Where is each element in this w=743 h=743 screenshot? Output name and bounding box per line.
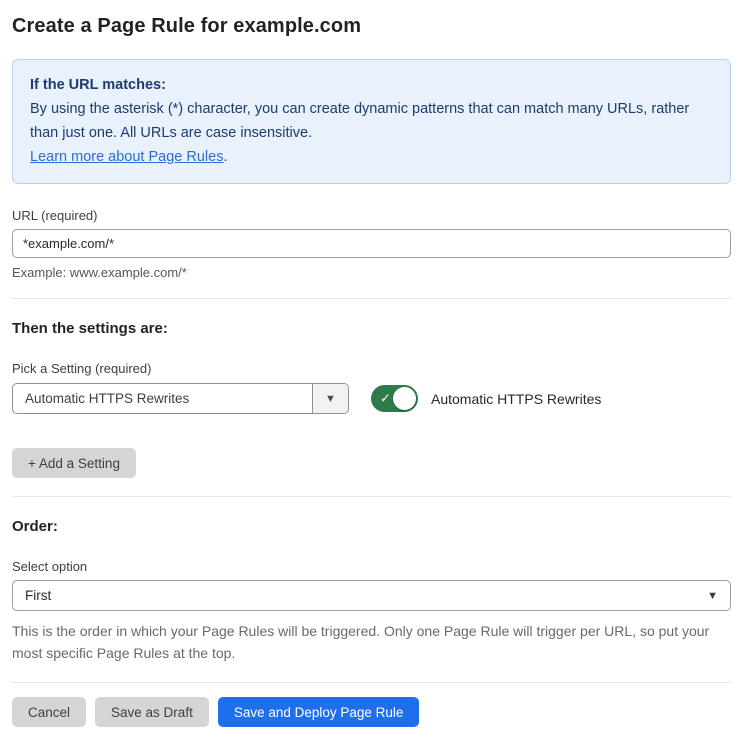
section-divider [12, 496, 731, 497]
add-setting-button[interactable]: + Add a Setting [12, 448, 136, 478]
order-helper: This is the order in which your Page Rul… [12, 623, 710, 661]
order-select-label: Select option [12, 559, 88, 574]
page-title: Create a Page Rule for example.com [12, 15, 362, 37]
chevron-down-icon: ▼ [325, 392, 336, 405]
order-select-value: First [25, 588, 52, 603]
settings-heading: Then the settings are: [12, 320, 168, 337]
setting-picker-value: Automatic HTTPS Rewrites [25, 391, 190, 406]
order-select[interactable]: First ▼ [12, 580, 731, 611]
url-label: URL (required) [12, 208, 98, 223]
learn-more-link[interactable]: Learn more about Page Rules [30, 149, 223, 165]
info-link-line: Learn more about Page Rules. [30, 145, 713, 169]
setting-row: Automatic HTTPS Rewrites ▼ ✓ Automatic H… [12, 383, 731, 414]
toggle-label: Automatic HTTPS Rewrites [431, 390, 602, 407]
section-divider [12, 682, 731, 683]
check-icon: ✓ [380, 390, 391, 406]
save-deploy-button[interactable]: Save and Deploy Page Rule [217, 697, 420, 727]
link-suffix: . [223, 149, 228, 165]
section-divider [12, 298, 731, 299]
setting-picker[interactable]: Automatic HTTPS Rewrites ▼ [12, 383, 349, 414]
setting-picker-caret-button[interactable]: ▼ [312, 384, 348, 413]
info-box: If the URL matches: By using the asteris… [12, 59, 731, 184]
toggle-knob [393, 387, 416, 410]
info-body: By using the asterisk (*) character, you… [30, 101, 690, 141]
https-rewrites-toggle[interactable]: ✓ [371, 385, 418, 412]
url-input[interactable] [12, 229, 731, 258]
info-heading: If the URL matches: [30, 77, 166, 93]
save-draft-button[interactable]: Save as Draft [95, 697, 209, 727]
setting-picker-label: Pick a Setting (required) [12, 361, 152, 376]
cancel-button[interactable]: Cancel [12, 697, 87, 727]
url-helper: Example: www.example.com/* [12, 265, 187, 280]
order-heading: Order: [12, 518, 58, 535]
footer-actions: Cancel Save as Draft Save and Deploy Pag… [12, 697, 731, 743]
chevron-down-icon: ▼ [707, 589, 718, 602]
